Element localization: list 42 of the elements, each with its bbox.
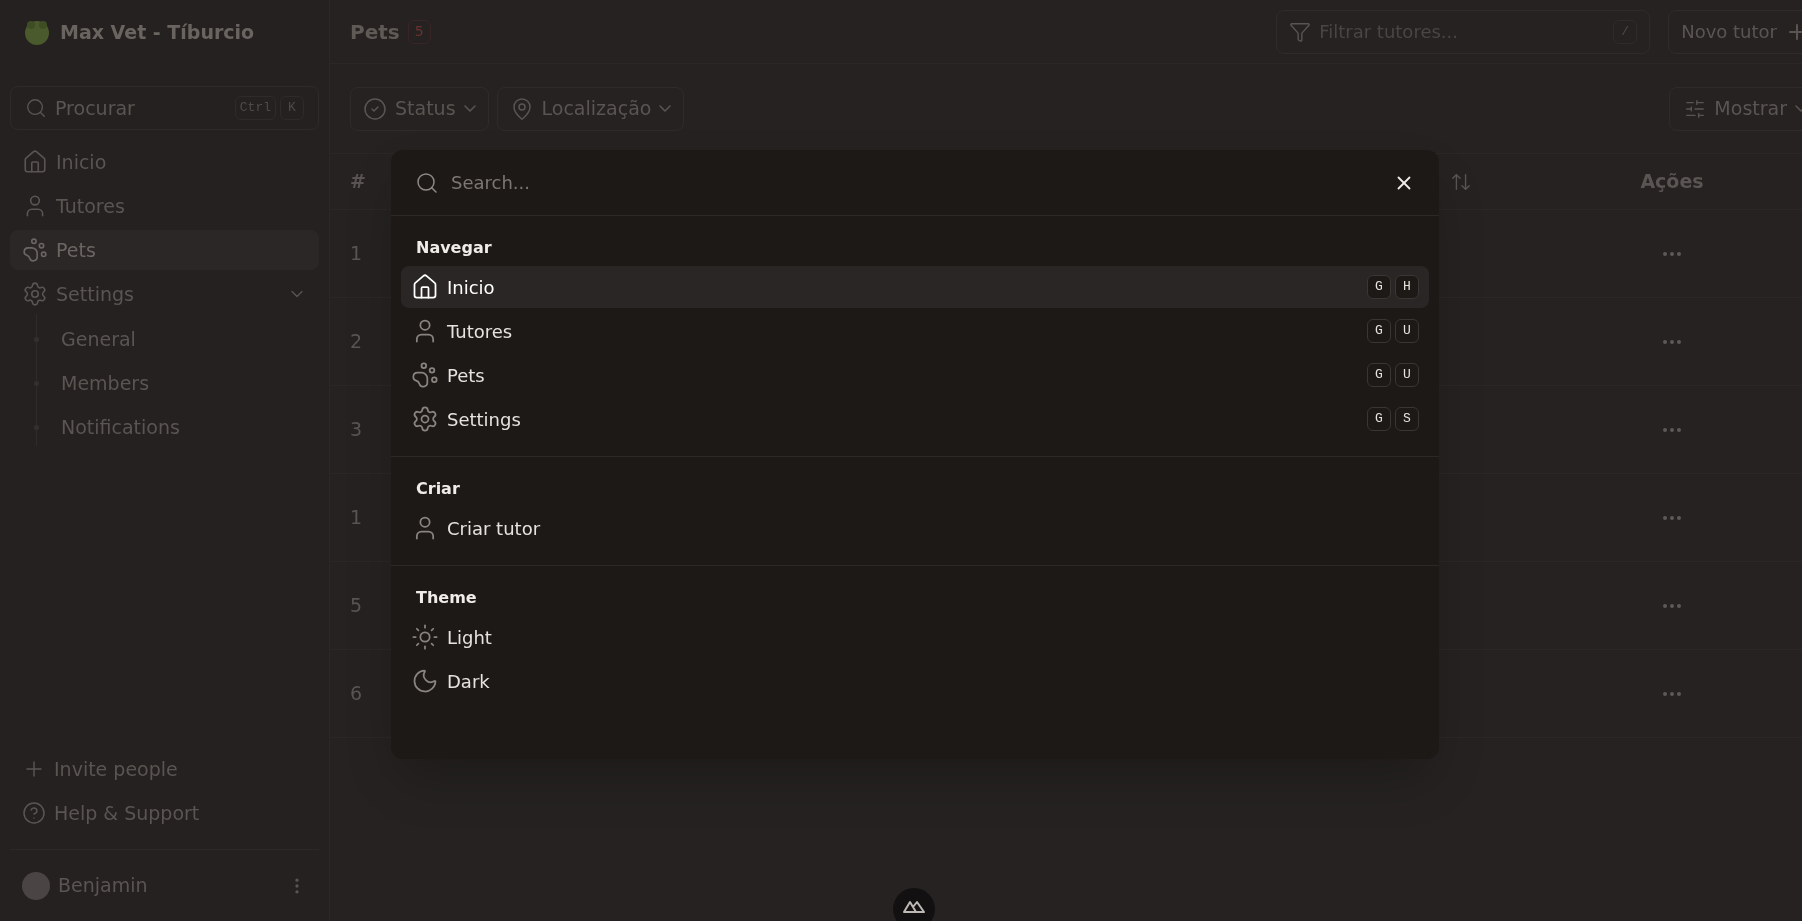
moon-icon (411, 667, 439, 695)
settings-icon (22, 281, 48, 307)
search-input[interactable]: Search... (451, 169, 1381, 196)
sun-icon (411, 623, 439, 651)
settings-icon (411, 405, 439, 433)
count-badge: 5 (407, 19, 431, 44)
palette-item[interactable]: Settings G S (401, 398, 1429, 440)
help-icon (22, 801, 46, 825)
home-icon (22, 149, 48, 175)
shortcut-key: G (1367, 319, 1391, 343)
shortcut-key: U (1395, 319, 1419, 343)
palette-item[interactable]: Light (401, 616, 1429, 658)
search-icon (25, 97, 47, 119)
shortcut-key: / (1613, 19, 1638, 44)
paw-icon (22, 237, 48, 263)
palette-item[interactable]: Dark (401, 660, 1429, 702)
shortcut-key: U (1395, 363, 1419, 387)
palette-item[interactable]: Inicio G H (401, 266, 1429, 308)
group-title: Theme (415, 587, 478, 609)
shortcut-key: H (1395, 275, 1419, 299)
chevron-icon (463, 105, 476, 112)
search-icon (415, 170, 439, 195)
shortcut-key: S (1395, 407, 1419, 431)
shortcut-key: G (1367, 363, 1391, 387)
app-title: Max Vet - Tíburcio (60, 19, 255, 45)
chevron-icon (659, 105, 672, 112)
group-title: Navegar (415, 237, 493, 259)
sliders-icon (1684, 97, 1707, 120)
palette-item[interactable]: Pets G U (401, 354, 1429, 396)
shortcut-key: G (1367, 407, 1391, 431)
page-title: Pets (350, 18, 400, 46)
palette-item[interactable]: Criar tutor (401, 507, 1429, 549)
check-circle-icon (363, 96, 387, 121)
home-icon (411, 273, 439, 301)
paw-icon (411, 361, 439, 389)
palette-item[interactable]: Tutores G U (401, 310, 1429, 352)
filter-icon (1289, 20, 1312, 43)
column-header: # (349, 169, 367, 195)
mountain-logo-icon (902, 898, 926, 914)
shortcut-key: G (1367, 275, 1391, 299)
group-title: Criar (415, 478, 461, 500)
sidebar-item[interactable]: Pets (10, 230, 319, 270)
